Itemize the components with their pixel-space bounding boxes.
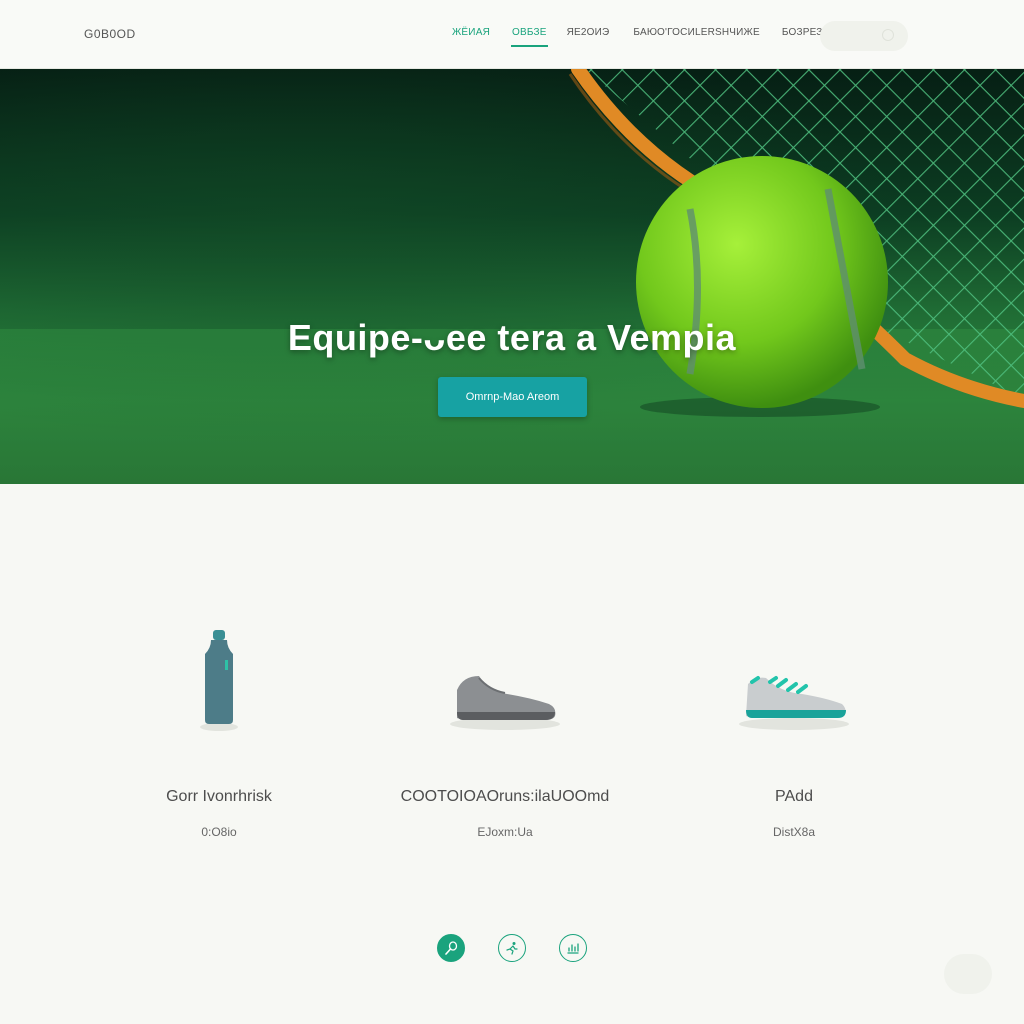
tennis-scene-image xyxy=(0,69,1024,484)
nav-item-4[interactable]: БАЮО'ГОСИLЕRSHЧИЖЕ xyxy=(633,27,759,38)
hero-cta-button[interactable]: Omrnp-Mao Areom xyxy=(438,377,587,417)
product-subtitle: DistX8a xyxy=(772,825,816,839)
product-card-3[interactable]: PAdd DistX8a xyxy=(674,620,914,839)
shoe-icon xyxy=(450,676,560,730)
chart-icon xyxy=(567,943,579,954)
racket-category-button[interactable] xyxy=(437,934,465,962)
bottle-icon xyxy=(200,630,238,731)
product-name: PAdd xyxy=(775,788,813,805)
product-card-1[interactable]: Gorr Ivonrhrisk 0:O8io xyxy=(99,620,339,839)
product-subtitle: 0:O8io xyxy=(201,825,237,839)
product-name: Gorr Ivonrhrisk xyxy=(166,788,272,805)
category-icon-row xyxy=(437,934,620,962)
search-icon xyxy=(882,29,894,41)
sneaker-icon xyxy=(739,676,849,730)
product-name: COOTOIOAOruns:ilaUOOmd xyxy=(400,788,610,805)
hero-title: Equipe-ᴗee tera a Vempia xyxy=(287,317,737,358)
search-button[interactable] xyxy=(820,21,908,51)
main-nav: ЖЁИАЯ ОВБЗЕ ЯЕ2ОИЭ БАЮО'ГОСИLЕRSHЧИЖЕ БО… xyxy=(452,27,843,47)
runner-icon xyxy=(506,942,518,955)
running-category-button[interactable] xyxy=(498,934,526,962)
hero-banner: Equipe-ᴗee tera a Vempia Omrnp-Mao Areom xyxy=(0,69,1024,484)
floating-chat-button[interactable] xyxy=(944,954,992,994)
site-logo[interactable]: G0B0OD xyxy=(84,27,136,41)
nav-item-1[interactable]: ЖЁИАЯ xyxy=(452,27,490,38)
nav-item-3[interactable]: ЯЕ2ОИЭ xyxy=(567,27,610,38)
product-subtitle: EJoxm:Ua xyxy=(477,825,533,839)
nav-item-2[interactable]: ОВБЗЕ xyxy=(511,27,548,47)
racket-icon xyxy=(445,941,458,955)
top-navigation-bar: G0B0OD ЖЁИАЯ ОВБЗЕ ЯЕ2ОИЭ БАЮО'ГОСИLЕRSH… xyxy=(0,0,1024,69)
product-card-2[interactable]: COOTOIOAOruns:ilaUOOmd EJoxm:Ua xyxy=(385,620,625,839)
tennis-ball-icon xyxy=(636,156,888,408)
stats-category-button[interactable] xyxy=(559,934,587,962)
